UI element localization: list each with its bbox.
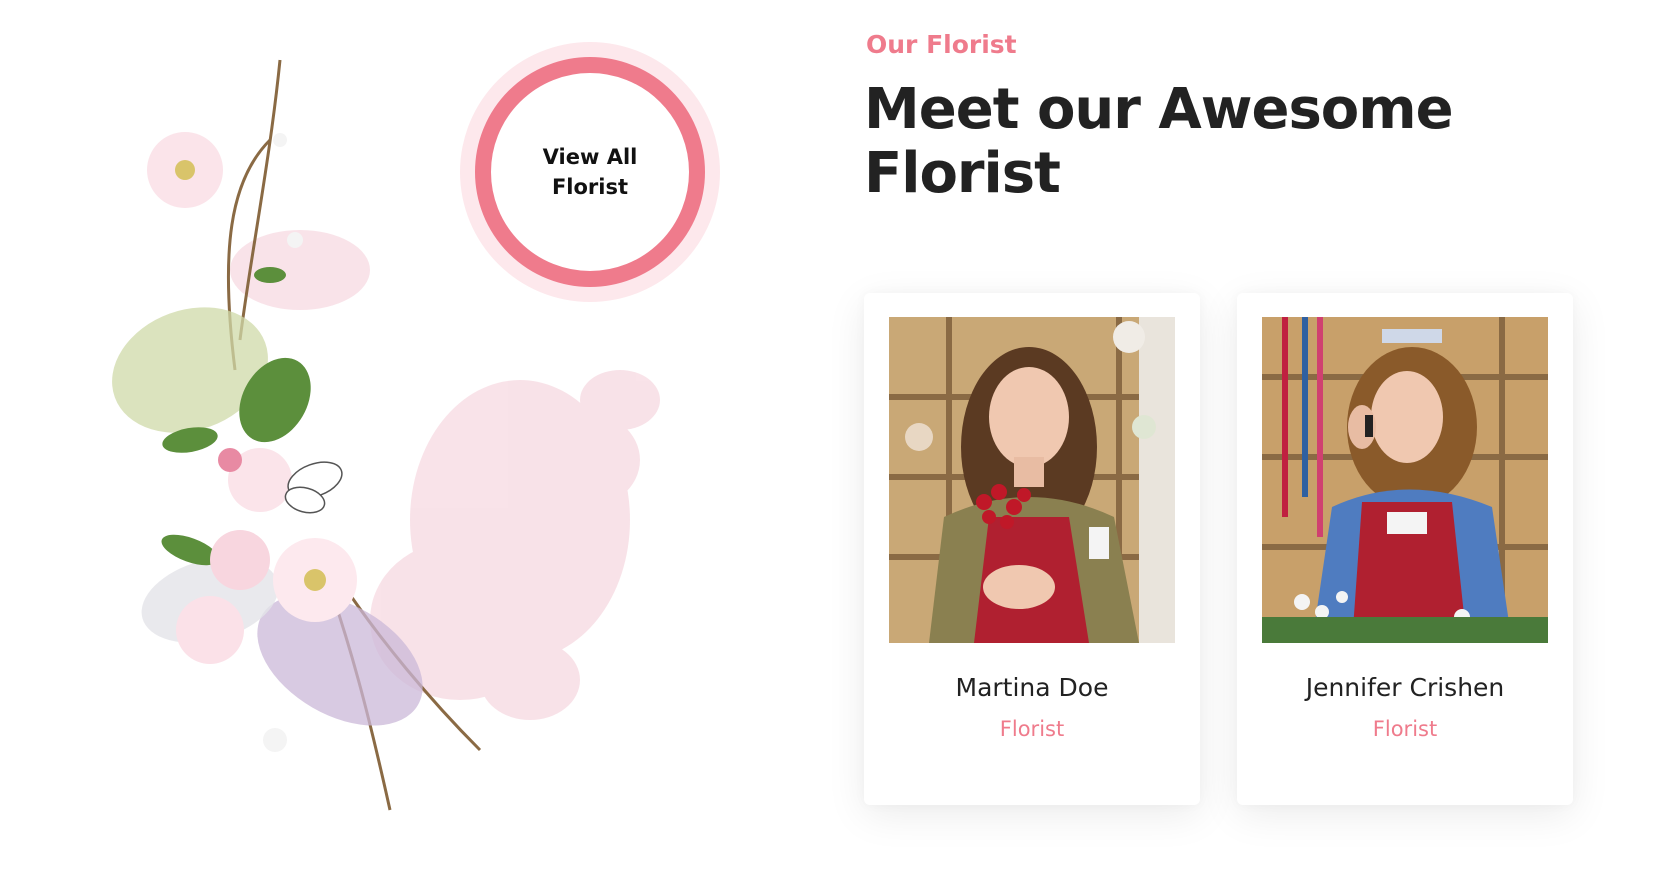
florist-card: Jennifer Crishen Florist [1237, 293, 1573, 805]
view-all-ring: View All Florist [475, 57, 705, 287]
view-all-label: View All Florist [542, 145, 638, 199]
section-eyebrow: Our Florist [866, 30, 1017, 59]
florist-name[interactable]: Martina Doe [864, 673, 1200, 702]
florist-name[interactable]: Jennifer Crishen [1237, 673, 1573, 702]
florist-photo[interactable] [1262, 317, 1548, 643]
florist-role: Florist [1372, 717, 1438, 741]
view-all-florist-button[interactable]: View All Florist [460, 42, 720, 302]
florist-photo[interactable] [889, 317, 1175, 643]
florist-role: Florist [999, 717, 1065, 741]
section-headline: Meet our Awesome Florist [864, 77, 1454, 206]
florist-card: Martina Doe Florist [864, 293, 1200, 805]
